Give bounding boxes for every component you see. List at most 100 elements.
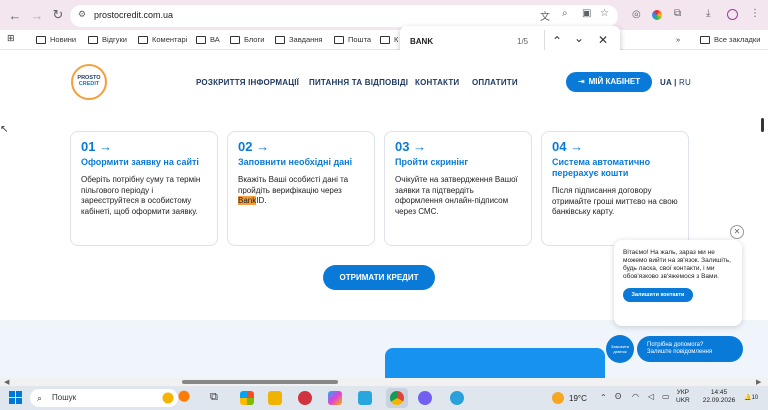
nav-rozkryttia[interactable]: РОЗКРИТТЯ ІНФОРМАЦІЇ — [196, 78, 299, 87]
my-cabinet-button[interactable]: ⇥ МІЙ КАБІНЕТ — [566, 72, 652, 92]
language-switch: UA | RU — [660, 78, 691, 87]
lang-ru[interactable]: RU — [679, 78, 691, 87]
leave-contacts-button[interactable]: Залишити контакти — [623, 288, 693, 302]
copilot-icon[interactable] — [328, 391, 342, 405]
zoom-icon[interactable]: ⌕ — [562, 8, 568, 19]
opera-icon[interactable] — [298, 391, 312, 405]
nav-kontakty[interactable]: КОНТАКТИ — [415, 78, 459, 87]
folder-icon — [196, 36, 206, 45]
step-card-3: 03 → Пройти скринінг Очікуйте на затверд… — [384, 131, 532, 246]
step-number: 02 → — [238, 139, 270, 154]
step-description: Після підписання договору отримайте грош… — [552, 186, 678, 216]
input-language[interactable]: УКР UKR — [676, 389, 690, 405]
bookmark-blogy[interactable]: Блоги — [230, 34, 264, 46]
bookmark-va[interactable]: ВА — [196, 34, 220, 46]
find-icon[interactable]: ▣ — [582, 8, 591, 19]
close-icon[interactable]: ✕ — [598, 33, 608, 47]
bookmark-k[interactable]: К — [380, 34, 398, 46]
cabinet-label: МІЙ КАБІНЕТ — [588, 77, 641, 86]
all-bookmarks-label: Все закладки — [714, 35, 761, 44]
back-icon[interactable]: ← — [8, 9, 22, 23]
site-logo[interactable]: PROSTO CREDIT — [71, 64, 107, 100]
bookmark-label: ВА — [210, 35, 220, 44]
viber-icon[interactable] — [418, 391, 432, 405]
bookmark-novyny[interactable]: Новини — [36, 34, 76, 46]
language-tray-icon[interactable]: ʘ — [615, 392, 621, 401]
find-input[interactable]: BANK — [410, 37, 433, 46]
logo-text-2: CREDIT — [78, 81, 100, 87]
close-icon[interactable]: ✕ — [730, 225, 744, 239]
bookmark-label: К — [394, 35, 399, 44]
url-text: prostocredit.com.ua — [94, 10, 174, 20]
task-view-icon[interactable]: ⧉ — [210, 391, 218, 404]
lang-ua[interactable]: UA — [660, 78, 672, 87]
nav-pytannia[interactable]: ПИТАННЯ ТА ВІДПОВІДІ — [309, 78, 408, 87]
microsoft-store-icon[interactable] — [240, 391, 254, 405]
folder-icon — [380, 36, 390, 45]
clock[interactable]: 14:45 22.09.2026 — [698, 389, 740, 405]
site-info-icon[interactable]: ⚙ — [78, 9, 86, 20]
find-next-icon[interactable]: ⌄ — [574, 31, 584, 45]
notifications-icon[interactable]: 🔔10 — [744, 393, 760, 404]
scroll-left-icon[interactable]: ◀ — [4, 378, 9, 386]
notification-count: 10 — [751, 395, 759, 401]
translate-icon[interactable]: 文 — [540, 8, 550, 23]
bookmark-star-icon[interactable]: ☆ — [600, 8, 609, 19]
telegram-icon[interactable] — [450, 391, 464, 405]
all-bookmarks[interactable]: Все закладки — [700, 34, 760, 46]
step-card-4: 04 → Система автоматично перерахує кошти… — [541, 131, 689, 246]
forward-icon[interactable]: → — [30, 9, 44, 23]
address-bar[interactable]: ⚙ prostocredit.com.ua 文 ⌕ ▣ ☆ — [70, 5, 618, 27]
cursor-icon: ↖ — [0, 124, 9, 135]
scrollbar-thumb[interactable] — [182, 380, 338, 384]
folder-icon — [700, 36, 710, 45]
horizontal-scrollbar[interactable]: ◀ ▶ — [0, 378, 768, 386]
scroll-right-icon[interactable]: ▶ — [756, 378, 761, 386]
bookmark-poshta[interactable]: Пошта — [334, 34, 371, 46]
extensions-icon[interactable]: ⧉ — [674, 8, 681, 19]
bookmark-label: Новини — [50, 35, 77, 44]
search-highlight-decoration-icon — [156, 389, 196, 407]
folder-icon — [88, 36, 98, 45]
file-explorer-icon[interactable] — [268, 391, 282, 405]
desc-text: ID. — [256, 196, 267, 205]
battery-icon[interactable]: ▭ — [662, 392, 670, 401]
page-scrollbar-thumb[interactable] — [761, 118, 764, 132]
step-title: Оформити заявку на сайті — [81, 157, 199, 167]
menu-icon[interactable]: ⋮ — [750, 8, 760, 19]
bookmark-label: Пошта — [348, 35, 372, 44]
folder-icon — [334, 36, 344, 45]
tray-chevron-up-icon[interactable]: ⌃ — [600, 393, 607, 402]
chrome-icon — [390, 391, 404, 405]
lang-line-2: UKR — [676, 397, 690, 404]
step-title: Заповнити необхідні дані — [238, 157, 353, 167]
step-title: Пройти скринінг — [395, 157, 469, 167]
chrome-taskbar-active[interactable] — [386, 388, 408, 408]
weather-temp[interactable]: 19°C — [569, 394, 587, 403]
camera-icon[interactable]: ◎ — [632, 9, 641, 20]
nav-oplatyty[interactable]: ОПЛАТИТИ — [472, 78, 518, 87]
weather-sun-icon[interactable] — [552, 392, 564, 404]
folder-icon — [275, 36, 285, 45]
reload-icon[interactable]: ↻ — [51, 8, 65, 22]
bookmark-vidguky[interactable]: Відгуки — [88, 34, 127, 46]
bookmark-zavdannya[interactable]: Завдання — [275, 34, 323, 46]
callback-button[interactable]: Замовити дзвінок — [606, 335, 634, 363]
bookmark-label: Завдання — [289, 35, 323, 44]
download-icon[interactable]: ⤓ — [706, 8, 710, 19]
apps-grid-icon[interactable]: ⊞ — [7, 33, 15, 44]
windows-start-icon[interactable] — [9, 391, 22, 404]
bookmark-komentari[interactable]: Коментарі — [138, 34, 187, 46]
wifi-icon[interactable]: ◠ — [632, 392, 639, 401]
extension-color-icon[interactable] — [652, 10, 662, 20]
bookmark-label: Відгуки — [102, 35, 128, 44]
profile-avatar-icon[interactable] — [727, 9, 738, 20]
notes-app-icon[interactable] — [358, 391, 372, 405]
chevron-more-icon[interactable]: » — [676, 34, 680, 46]
step-description: Очікуйте на затвердження Вашої заявки та… — [395, 175, 518, 216]
find-previous-icon[interactable]: ⌃ — [552, 34, 562, 48]
get-credit-button[interactable]: ОТРИМАТИ КРЕДИТ — [323, 265, 435, 290]
lang-line-1: УКР — [676, 389, 689, 396]
volume-icon[interactable]: ◁ — [648, 392, 654, 401]
help-chat-button[interactable]: Потрібна допомога? Залиште повідомлення — [637, 336, 743, 362]
